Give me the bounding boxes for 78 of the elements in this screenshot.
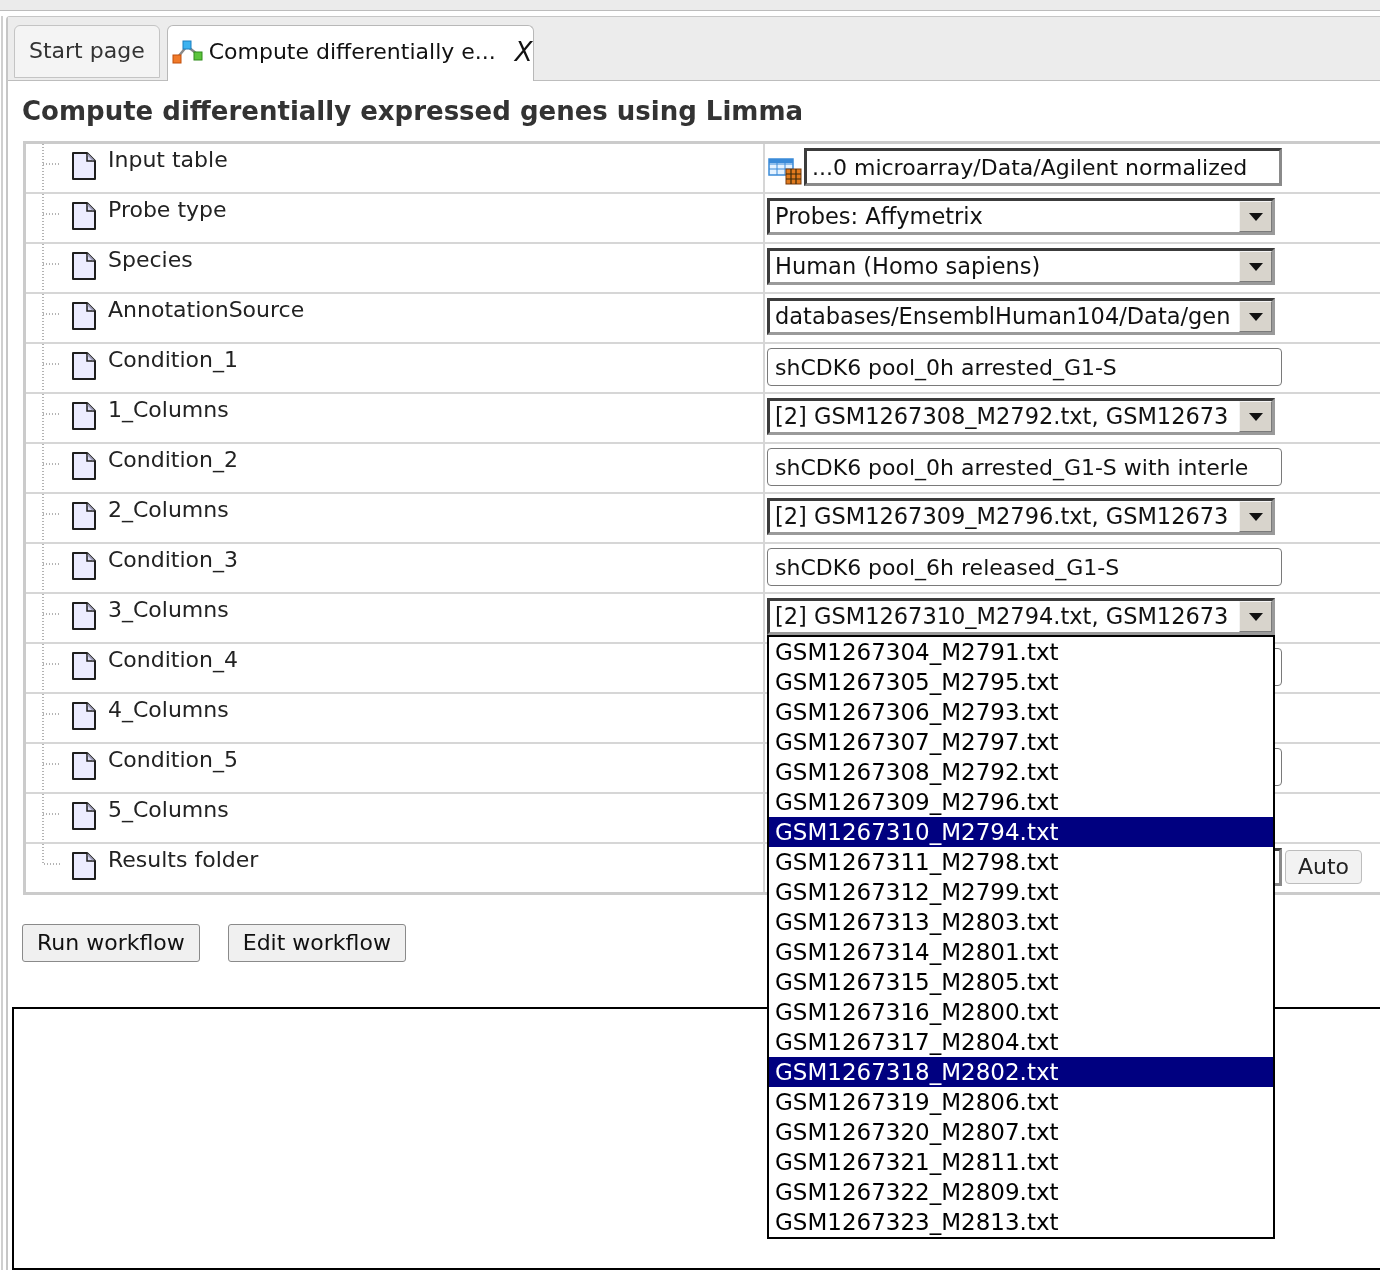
parameter-label: Condition_3 (108, 546, 238, 575)
dropdown-arrow-button[interactable] (1239, 201, 1272, 232)
dropdown-option[interactable]: GSM1267310_M2794.txt (769, 817, 1273, 847)
tree-connector (42, 544, 60, 592)
table-icon (768, 157, 802, 185)
tree-connector (42, 394, 60, 442)
document-icon (71, 501, 97, 531)
tree-connector (42, 344, 60, 392)
parameter-label: 3_Columns (108, 596, 229, 625)
parameter-label: Species (108, 246, 193, 274)
document-icon (71, 551, 97, 581)
document-icon (71, 801, 97, 831)
dropdown-arrow-button[interactable] (1239, 401, 1272, 432)
document-icon (71, 301, 97, 331)
parameter-label: 5_Columns (108, 796, 229, 825)
text-field[interactable]: shCDK6 pool_0h arrested_G1-S (767, 348, 1282, 386)
parameter-label: Input table (108, 146, 228, 174)
tree-connector (42, 644, 60, 692)
auto-button[interactable]: Auto (1285, 850, 1363, 884)
parameter-label: Results folder (108, 846, 259, 874)
caret-down-icon (1248, 212, 1263, 221)
caret-down-icon (1248, 612, 1263, 621)
document-icon (71, 851, 97, 881)
parameter-label: Condition_4 (108, 646, 238, 675)
dropdown-option[interactable]: GSM1267318_M2802.txt (769, 1057, 1273, 1087)
dropdown-select[interactable]: databases/EnsemblHuman104/Data/gen (767, 298, 1275, 335)
document-icon (71, 751, 97, 781)
caret-down-icon (1248, 312, 1263, 321)
document-icon (71, 701, 97, 731)
parameter-label: 4_Columns (108, 696, 229, 725)
document-icon (71, 651, 97, 681)
workflow-icon (171, 38, 204, 65)
dropdown-select[interactable]: Human (Homo sapiens) (767, 248, 1275, 285)
document-icon (71, 601, 97, 631)
dropdown-arrow-button[interactable] (1239, 251, 1272, 282)
close-tab-button[interactable]: X (514, 38, 533, 65)
parameter-label: 2_Columns (108, 496, 229, 525)
tree-connector (42, 294, 60, 342)
parameter-label: AnnotationSource (108, 296, 305, 324)
tree-connector (42, 594, 60, 642)
dropdown-select[interactable]: Probes: Affymetrix (767, 198, 1275, 235)
dropdown-arrow-button[interactable] (1239, 501, 1272, 532)
tree-connector (42, 794, 60, 842)
workflow-button[interactable]: Edit workflow (227, 924, 406, 962)
parameter-label: Probe type (108, 196, 227, 224)
parameter-label: Condition_2 (108, 446, 238, 475)
document-icon (71, 401, 97, 431)
tree-connector (42, 744, 60, 792)
page-title: Compute differentially expressed genes using Limma (22, 96, 804, 126)
tree-connector (42, 844, 60, 865)
parameter-label: 1_Columns (108, 396, 229, 425)
dropdown-arrow-button[interactable] (1239, 301, 1272, 332)
dropdown-select[interactable]: [2] GSM1267309_M2796.txt, GSM12673 (767, 498, 1275, 535)
caret-down-icon (1248, 262, 1263, 271)
document-icon (71, 151, 97, 181)
document-icon (71, 201, 97, 231)
caret-down-icon (1248, 412, 1263, 421)
input-table-field[interactable]: ...0 microarray/Data/Agilent normalized (804, 148, 1282, 186)
dropdown-select[interactable]: [2] GSM1267308_M2792.txt, GSM12673 (767, 398, 1275, 435)
tree-connector (42, 144, 60, 192)
document-icon (71, 351, 97, 381)
tab[interactable]: Compute differentially e... X (166, 25, 534, 81)
document-icon (71, 251, 97, 281)
dropdown-arrow-button[interactable] (1239, 601, 1272, 632)
workflow-button[interactable]: Run workflow (22, 924, 200, 962)
caret-down-icon (1248, 512, 1263, 521)
tree-connector (42, 694, 60, 742)
tree-connector (42, 494, 60, 542)
text-field[interactable]: shCDK6 pool_6h released_G1-S (767, 548, 1282, 586)
text-field[interactable]: shCDK6 pool_0h arrested_G1-S with interle (767, 448, 1282, 486)
tree-connector (42, 444, 60, 492)
parameter-label: Condition_1 (108, 346, 238, 375)
dropdown-select[interactable]: [2] GSM1267310_M2794.txt, GSM12673 (767, 598, 1275, 635)
tab[interactable]: Start page (14, 25, 160, 78)
tree-connector (42, 194, 60, 242)
document-icon (71, 451, 97, 481)
parameter-label: Condition_5 (108, 746, 238, 775)
tree-connector (42, 244, 60, 292)
